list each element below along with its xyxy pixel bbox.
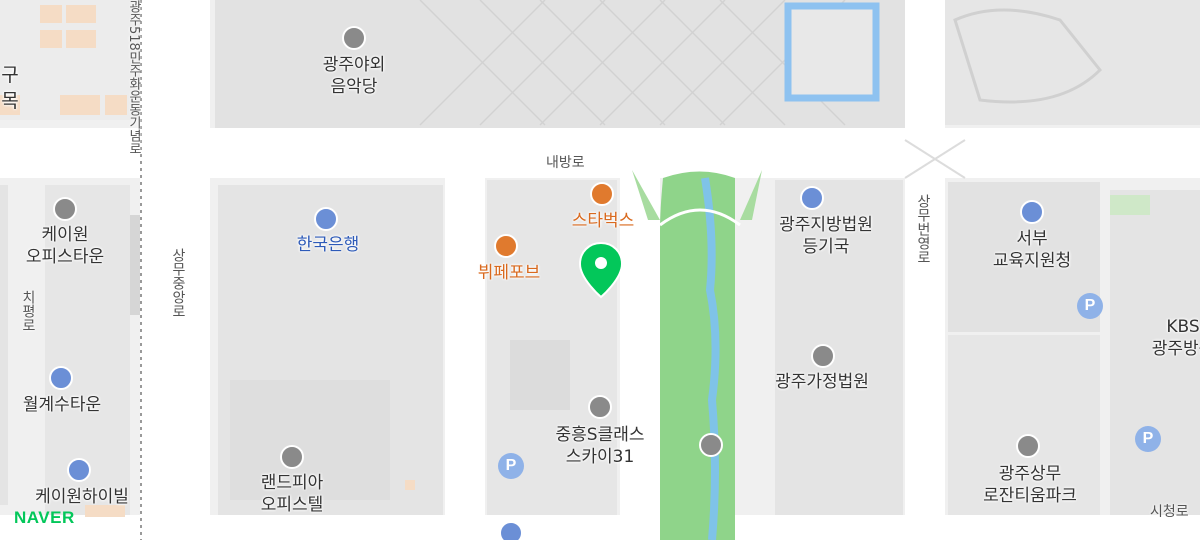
office-icon[interactable]	[280, 445, 304, 469]
cafe-icon[interactable]	[590, 182, 614, 206]
place-label-outdoor-music-hall[interactable]: 광주야외 음악당	[323, 54, 386, 98]
place-label-kwon-office[interactable]: 케이원 오피스타운	[26, 224, 104, 268]
office-icon[interactable]	[588, 395, 612, 419]
map-canvas[interactable]: P P P 광주야외 음악당 한국은행 스타벅스 뷔페포브 광주지방법원 등기국…	[0, 0, 1200, 540]
bank-icon[interactable]	[314, 207, 338, 231]
place-label-kbs[interactable]: KBS 광주방송	[1152, 316, 1200, 360]
place-label-education-office[interactable]: 서부 교육지원청	[993, 228, 1071, 272]
place-label-bank-of-korea[interactable]: 한국은행	[297, 234, 360, 256]
place-label-wolgye[interactable]: 월계수타운	[23, 394, 101, 416]
road-label-sangmu-jungang-ro: 상무중앙로	[170, 248, 186, 318]
building-icon[interactable]	[1020, 200, 1044, 224]
road-label-chipyeong-ro: 치평로	[20, 290, 36, 332]
bridge-icon	[699, 433, 723, 457]
restaurant-icon[interactable]	[494, 234, 518, 258]
apartment-icon[interactable]	[49, 366, 73, 390]
place-label-family-court[interactable]: 광주가정법원	[775, 371, 869, 393]
place-label-buffet[interactable]: 뷔페포브	[478, 262, 541, 284]
apartment-icon[interactable]	[499, 521, 523, 540]
place-label-landpia[interactable]: 랜드피아 오피스텔	[261, 472, 324, 516]
parking-icon[interactable]: P	[498, 453, 524, 479]
place-label-gu-mok: 구 목	[1, 64, 19, 112]
court-icon[interactable]	[800, 186, 824, 210]
road-label-memorial-road: 광주518민주화운동기념로	[126, 0, 141, 155]
naver-logo: NAVER	[14, 508, 75, 527]
place-label-jungheung[interactable]: 중흥S클래스 스카이31	[556, 424, 645, 468]
parking-icon[interactable]: P	[1077, 293, 1103, 319]
place-label-court-registry[interactable]: 광주지방법원 등기국	[779, 214, 873, 258]
place-label-kwon-highville[interactable]: 케이원하이빌	[35, 486, 129, 508]
road-label-sicheong-ro: 시청로	[1150, 504, 1189, 520]
office-icon[interactable]	[1016, 434, 1040, 458]
parking-icon[interactable]: P	[1135, 426, 1161, 452]
location-pin-icon[interactable]	[578, 241, 624, 299]
apartment-icon[interactable]	[67, 458, 91, 482]
road-label-naebang-ro: 내방로	[546, 155, 585, 171]
court-icon[interactable]	[811, 344, 835, 368]
place-label-starbucks[interactable]: 스타벅스	[572, 210, 635, 232]
road-label-sangmu-beonyeong-ro: 상무번영로	[915, 194, 931, 264]
place-label-sangmu-lozanti[interactable]: 광주상무 로잔티움파크	[983, 463, 1077, 507]
office-icon[interactable]	[53, 197, 77, 221]
theater-icon[interactable]	[342, 26, 366, 50]
